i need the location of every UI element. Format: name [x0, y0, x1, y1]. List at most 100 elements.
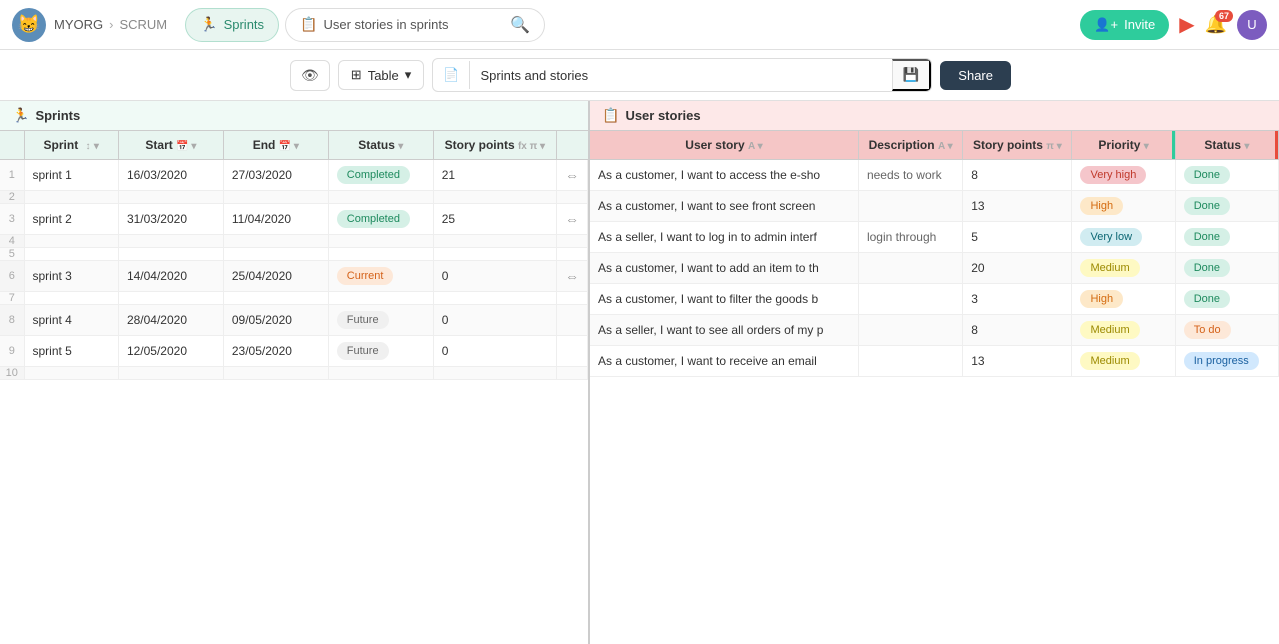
sprint-expand[interactable]	[557, 336, 588, 367]
story-points: 20	[963, 253, 1072, 284]
sprint-status: Current	[328, 261, 433, 292]
sprints-header: 🏃 Sprints	[0, 101, 588, 131]
sprint-name	[24, 235, 118, 248]
story-priority: High	[1072, 284, 1175, 315]
sprint-points	[433, 367, 556, 380]
sprint-start	[118, 248, 223, 261]
story-text: As a seller, I want to log in to admin i…	[590, 222, 858, 253]
row-num: 8	[0, 305, 24, 336]
story-points: 8	[963, 315, 1072, 346]
toolbar: 👁 ⊞ Table ▾ 📄 💾 Share	[0, 50, 1279, 101]
youtube-button[interactable]: ▶	[1179, 12, 1194, 37]
col-description[interactable]: Description A ▾	[858, 131, 962, 160]
sprint-points	[433, 248, 556, 261]
view-title-icon: 📄	[433, 61, 470, 89]
save-button[interactable]: 💾	[892, 59, 932, 91]
row-num: 5	[0, 248, 24, 261]
view-title-input[interactable]	[470, 62, 891, 89]
sprint-name: sprint 2	[24, 204, 118, 235]
story-priority: Medium	[1072, 315, 1175, 346]
story-description	[858, 346, 962, 377]
sprint-end	[223, 292, 328, 305]
story-text: As a customer, I want to see front scree…	[590, 191, 858, 222]
sprint-name	[24, 191, 118, 204]
org-name[interactable]: MYORG	[54, 17, 103, 32]
story-description: needs to work	[858, 160, 962, 191]
row-num: 1	[0, 160, 24, 191]
sprint-end	[223, 367, 328, 380]
sprint-end: 09/05/2020	[223, 305, 328, 336]
sprint-end: 23/05/2020	[223, 336, 328, 367]
story-priority: Very low	[1072, 222, 1175, 253]
sprint-start	[118, 191, 223, 204]
stories-tab-input[interactable]	[323, 17, 504, 32]
table-dropdown-icon: ▾	[405, 67, 412, 83]
story-status: Done	[1175, 253, 1278, 284]
col-sprint[interactable]: Sprint ↕ ▾	[24, 131, 118, 160]
story-priority: Medium	[1072, 253, 1175, 284]
sprints-section-icon: 🏃	[12, 107, 29, 124]
story-points: 13	[963, 346, 1072, 377]
sprint-expand[interactable]: ⇔	[557, 160, 588, 191]
sprint-status	[328, 292, 433, 305]
sprint-expand[interactable]	[557, 191, 588, 204]
sprint-expand[interactable]	[557, 292, 588, 305]
story-description	[858, 284, 962, 315]
expand-icon[interactable]: ⇔	[565, 211, 579, 227]
sprint-expand[interactable]	[557, 305, 588, 336]
story-description	[858, 253, 962, 284]
story-points: 13	[963, 191, 1072, 222]
sprint-status: Completed	[328, 160, 433, 191]
sprint-name	[24, 292, 118, 305]
sprint-start: 31/03/2020	[118, 204, 223, 235]
sprint-points: 0	[433, 261, 556, 292]
stories-section-icon: 📋	[602, 107, 619, 124]
table-view-button[interactable]: ⊞ Table ▾	[338, 60, 425, 90]
story-description	[858, 315, 962, 346]
sprint-expand[interactable]	[557, 235, 588, 248]
user-avatar[interactable]: U	[1237, 10, 1267, 40]
notification-button[interactable]: 🔔 67	[1205, 14, 1227, 35]
col-story-status[interactable]: Status ▾	[1175, 131, 1278, 160]
nav-right: 👤+ Invite ▶ 🔔 67 U	[1080, 10, 1267, 40]
stories-header: 📋 User stories	[590, 101, 1279, 131]
invite-icon: 👤+	[1094, 17, 1118, 33]
share-button[interactable]: Share	[940, 61, 1011, 90]
expand-icon[interactable]: ⇔	[565, 167, 579, 183]
col-start[interactable]: Start 📅 ▾	[118, 131, 223, 160]
sprint-start	[118, 367, 223, 380]
story-points: 3	[963, 284, 1072, 315]
invite-label: Invite	[1124, 17, 1155, 32]
row-num: 9	[0, 336, 24, 367]
story-status: Done	[1175, 191, 1278, 222]
tab-stories[interactable]: 📋 🔍	[285, 8, 545, 42]
sprint-start	[118, 235, 223, 248]
col-end[interactable]: End 📅 ▾	[223, 131, 328, 160]
col-status[interactable]: Status ▾	[328, 131, 433, 160]
sprint-expand[interactable]	[557, 248, 588, 261]
story-text: As a customer, I want to add an item to …	[590, 253, 858, 284]
sprints-tab-icon: 🏃	[200, 16, 217, 33]
visibility-button[interactable]: 👁	[290, 60, 330, 91]
tab-bar: 🏃 Sprints 📋 🔍	[185, 8, 545, 42]
col-priority[interactable]: Priority ▾	[1072, 131, 1175, 160]
sprint-status: Completed	[328, 204, 433, 235]
sprint-expand[interactable]: ⇔	[557, 204, 588, 235]
sprint-expand[interactable]: ⇔	[557, 261, 588, 292]
story-status: To do	[1175, 315, 1278, 346]
sprint-expand[interactable]	[557, 367, 588, 380]
col-points[interactable]: Story points fx π ▾	[433, 131, 556, 160]
sprint-name: sprint 1	[24, 160, 118, 191]
tab-sprints[interactable]: 🏃 Sprints	[185, 8, 279, 42]
project-name[interactable]: SCRUM	[119, 17, 167, 32]
row-num: 4	[0, 235, 24, 248]
view-title-bar: 📄 💾	[432, 58, 932, 92]
col-story-points[interactable]: Story points π ▾	[963, 131, 1072, 160]
invite-button[interactable]: 👤+ Invite	[1080, 10, 1169, 40]
row-num: 6	[0, 261, 24, 292]
expand-icon[interactable]: ⇔	[565, 268, 579, 284]
search-button[interactable]: 🔍	[510, 15, 530, 35]
stories-tab-icon: 📋	[300, 16, 317, 33]
story-description: login through	[858, 222, 962, 253]
col-user-story[interactable]: User story A ▾	[590, 131, 858, 160]
